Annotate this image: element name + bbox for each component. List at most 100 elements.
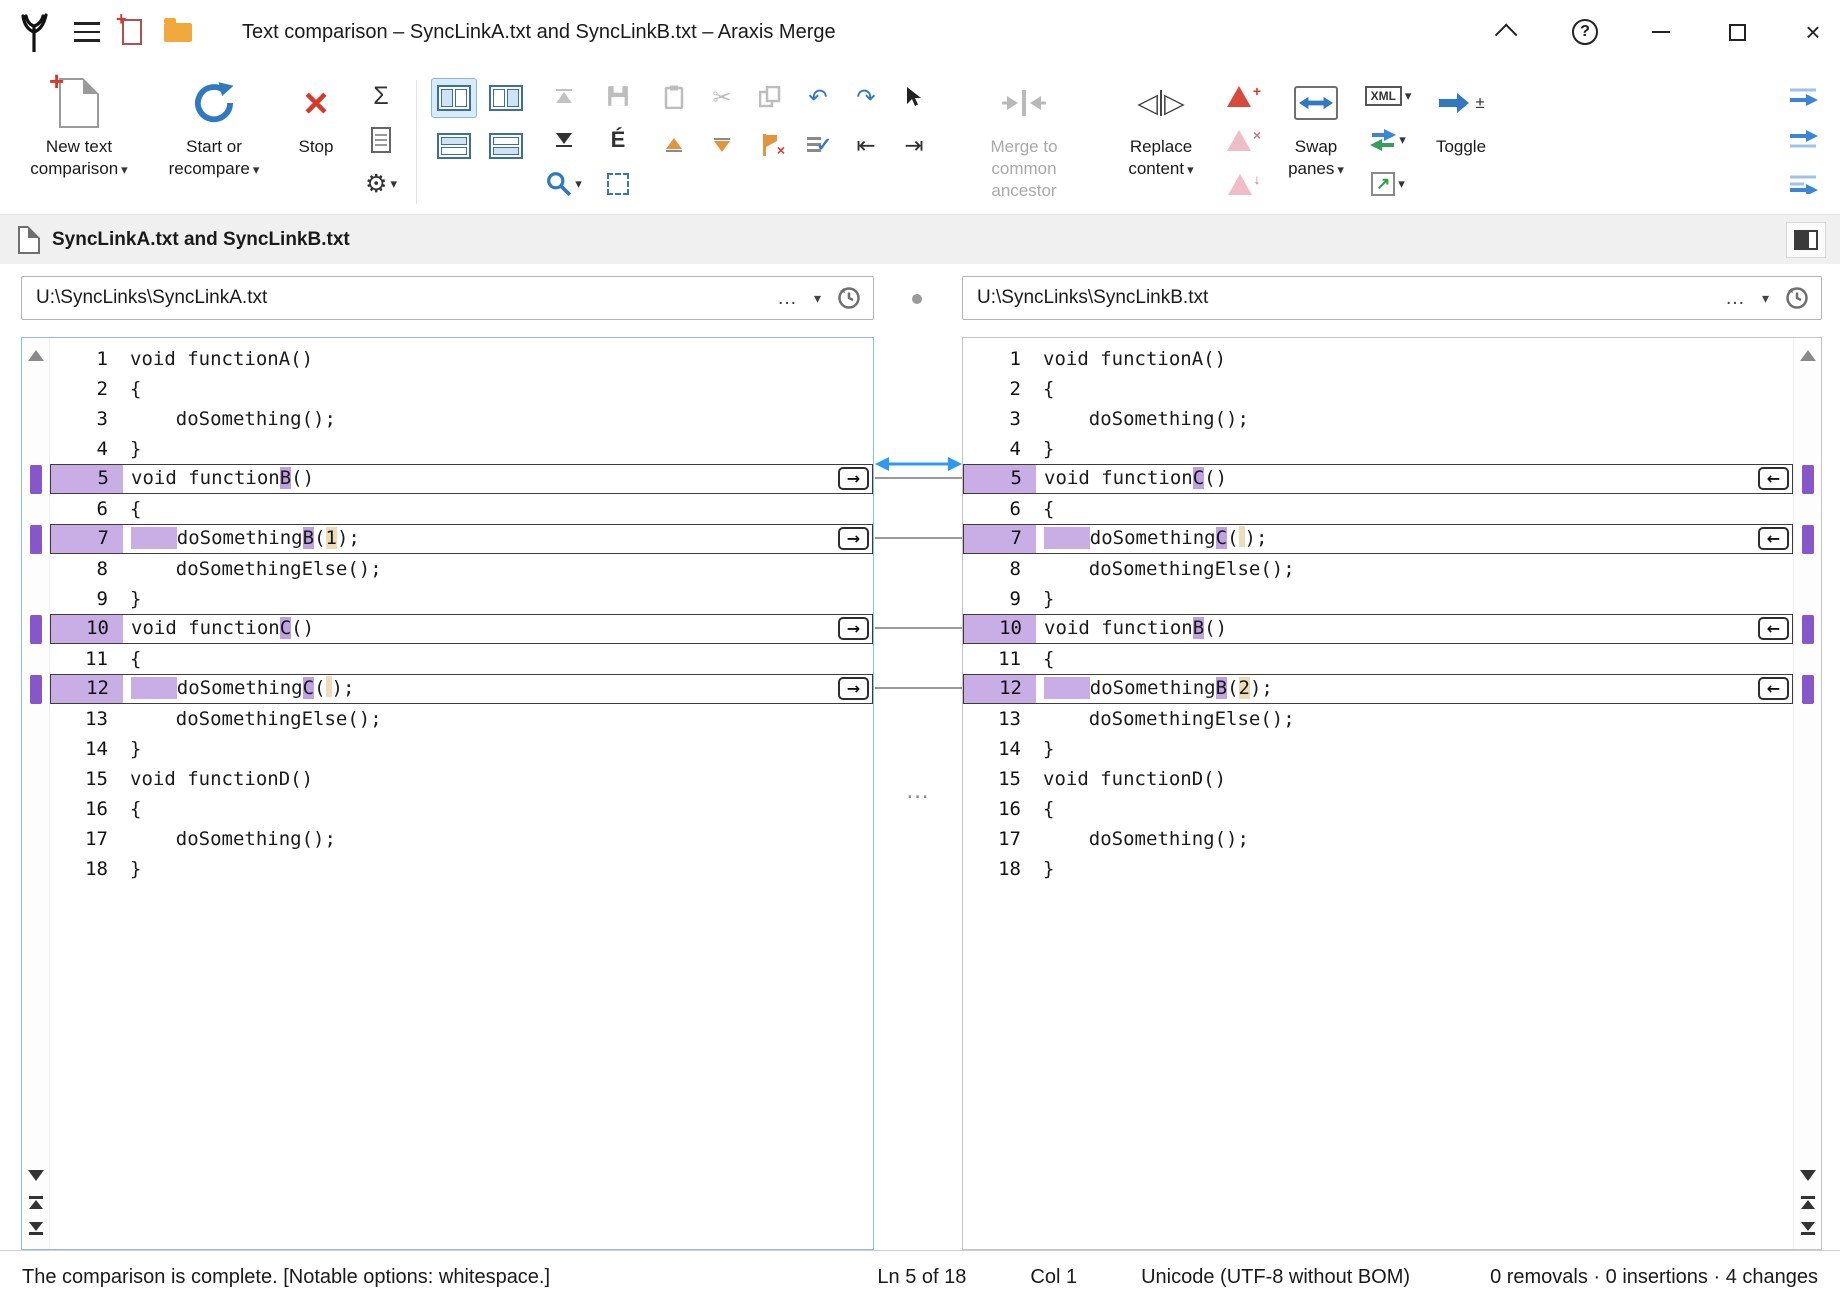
sync-link-bottom-button[interactable] xyxy=(1782,164,1824,204)
scroll-up-icon[interactable] xyxy=(28,350,44,361)
code-line[interactable]: 15void functionD() xyxy=(963,764,1793,794)
splitter-handle[interactable]: … xyxy=(875,777,962,805)
minimize-button[interactable] xyxy=(1634,5,1688,59)
layout-horizontal-alt-button[interactable] xyxy=(483,126,529,166)
find-button[interactable]: ▾ xyxy=(543,164,585,204)
hamburger-menu-button[interactable] xyxy=(74,22,100,42)
save-button[interactable] xyxy=(597,76,639,116)
code-line[interactable]: 8 doSomethingElse(); xyxy=(963,554,1793,584)
change-marker[interactable] xyxy=(30,525,42,554)
report-button[interactable] xyxy=(360,120,402,160)
code-line[interactable]: 8 doSomethingElse(); xyxy=(50,554,873,584)
code-line[interactable]: 14} xyxy=(50,734,873,764)
code-line[interactable]: 1void functionA() xyxy=(963,344,1793,374)
sync-arrows-button[interactable]: ▾ xyxy=(1367,120,1409,160)
code-line[interactable]: 5void functionB()→ xyxy=(50,464,873,494)
code-line[interactable]: 9} xyxy=(50,584,873,614)
layout-two-panes-button[interactable] xyxy=(431,78,477,118)
push-change-right-button[interactable]: → xyxy=(838,617,869,640)
change-pane-layout-button[interactable] xyxy=(1786,222,1826,258)
layout-horizontal-button[interactable] xyxy=(431,126,477,166)
path-dropdown-button[interactable]: ▾ xyxy=(814,290,821,307)
sync-link-middle-button[interactable] xyxy=(1782,120,1824,160)
stop-button[interactable]: × Stop xyxy=(284,70,348,162)
change-marker[interactable] xyxy=(1802,675,1814,704)
code-line[interactable]: 3 doSomething(); xyxy=(50,404,873,434)
code-line[interactable]: 17 doSomething(); xyxy=(963,824,1793,854)
left-file-path[interactable]: U:\SyncLinks\SyncLinkA.txt xyxy=(36,287,761,309)
open-external-button[interactable]: ↗▾ xyxy=(1367,164,1409,204)
replace-content-button[interactable]: ◁ ▷ Replace content▾ xyxy=(1111,70,1211,184)
code-line[interactable]: 12 doSomethingC();→ xyxy=(50,674,873,704)
code-line[interactable]: 16{ xyxy=(50,794,873,824)
path-dropdown-button[interactable]: ▾ xyxy=(1762,290,1769,307)
code-line[interactable]: 18} xyxy=(963,854,1793,884)
push-change-left-button[interactable]: ← xyxy=(1758,617,1789,640)
code-line[interactable]: 6{ xyxy=(50,494,873,524)
scroll-down-icon[interactable] xyxy=(1800,1170,1816,1181)
redo-button[interactable]: ↷ xyxy=(843,74,889,120)
change-marker[interactable] xyxy=(30,675,42,704)
code-line[interactable]: 14} xyxy=(963,734,1793,764)
toggle-button[interactable]: ± Toggle xyxy=(1421,70,1501,162)
code-line[interactable]: 1void functionA() xyxy=(50,344,873,374)
push-change-left-button[interactable]: ← xyxy=(1758,527,1789,550)
quick-open-button[interactable] xyxy=(164,23,192,42)
scroll-up-icon[interactable] xyxy=(1800,350,1816,361)
next-change-button[interactable] xyxy=(699,122,745,168)
goto-top-button[interactable] xyxy=(543,76,585,116)
last-change-button[interactable] xyxy=(1800,1222,1816,1244)
special-characters-button[interactable]: É xyxy=(597,120,639,160)
layout-two-panes-alt-button[interactable] xyxy=(483,78,529,118)
browse-button[interactable]: … xyxy=(1725,287,1746,310)
swap-panes-button[interactable]: Swap panes▾ xyxy=(1277,70,1355,184)
left-file-path-field[interactable]: U:\SyncLinks\SyncLinkA.txt … ▾ xyxy=(21,276,874,320)
maximize-button[interactable] xyxy=(1710,5,1764,59)
copy-button[interactable] xyxy=(747,74,793,120)
block-selection-button[interactable] xyxy=(597,164,639,204)
code-line[interactable]: 17 doSomething(); xyxy=(50,824,873,854)
code-line[interactable]: 15void functionD() xyxy=(50,764,873,794)
code-line[interactable]: 16{ xyxy=(963,794,1793,824)
help-button[interactable]: ? xyxy=(1558,5,1612,59)
first-change-button[interactable] xyxy=(28,1196,44,1218)
push-change-right-button[interactable]: → xyxy=(838,467,869,490)
scroll-down-icon[interactable] xyxy=(28,1170,44,1181)
last-change-button[interactable] xyxy=(28,1222,44,1244)
add-warning-button[interactable]: + xyxy=(1223,76,1265,116)
right-code-region[interactable]: 1void functionA()2{3 doSomething();4}5vo… xyxy=(963,338,1793,1249)
options-button[interactable]: ⚙▾ xyxy=(360,164,402,204)
left-overview-strip[interactable] xyxy=(22,338,50,1249)
browse-button[interactable]: … xyxy=(777,287,798,310)
unindent-button[interactable]: ⇤ xyxy=(843,122,889,168)
code-line[interactable]: 2{ xyxy=(50,374,873,404)
accept-changes-button[interactable]: ✓ xyxy=(795,122,841,168)
code-line[interactable]: 3 doSomething(); xyxy=(963,404,1793,434)
undo-button[interactable]: ↶ xyxy=(795,74,841,120)
new-text-comparison-button[interactable]: + New text comparison▾ xyxy=(14,70,144,184)
goto-bottom-button[interactable] xyxy=(543,120,585,160)
push-change-left-button[interactable]: ← xyxy=(1758,677,1789,700)
xml-options-button[interactable]: XML▾ xyxy=(1367,76,1409,116)
code-line[interactable]: 2{ xyxy=(963,374,1793,404)
code-line[interactable]: 4} xyxy=(963,434,1793,464)
push-change-right-button[interactable]: → xyxy=(838,677,869,700)
encoding-indicator[interactable]: Unicode (UTF-8 without BOM) xyxy=(1141,1266,1410,1289)
right-file-path-field[interactable]: U:\SyncLinks\SyncLinkB.txt … ▾ xyxy=(962,276,1822,320)
quick-new-comparison-button[interactable] xyxy=(122,19,142,45)
merge-to-common-ancestor-button[interactable]: Merge to common ancestor xyxy=(949,70,1099,206)
history-clock-button[interactable] xyxy=(1785,286,1809,310)
indent-button[interactable]: ⇥ xyxy=(891,122,937,168)
close-button[interactable]: × xyxy=(1786,5,1840,59)
cut-button[interactable]: ✂ xyxy=(699,74,745,120)
code-line[interactable]: 10void functionB()← xyxy=(963,614,1793,644)
change-marker[interactable] xyxy=(1802,615,1814,644)
code-line[interactable]: 11{ xyxy=(50,644,873,674)
code-line[interactable]: 7 doSomethingB(1);→ xyxy=(50,524,873,554)
change-marker[interactable] xyxy=(1802,465,1814,494)
start-or-recompare-button[interactable]: Start or recompare▾ xyxy=(156,70,272,184)
next-warning-button[interactable]: ↓ xyxy=(1223,164,1265,204)
comparison-tab-title[interactable]: SyncLinkA.txt and SyncLinkB.txt xyxy=(52,229,350,251)
code-line[interactable]: 10void functionC()→ xyxy=(50,614,873,644)
code-line[interactable]: 6{ xyxy=(963,494,1793,524)
